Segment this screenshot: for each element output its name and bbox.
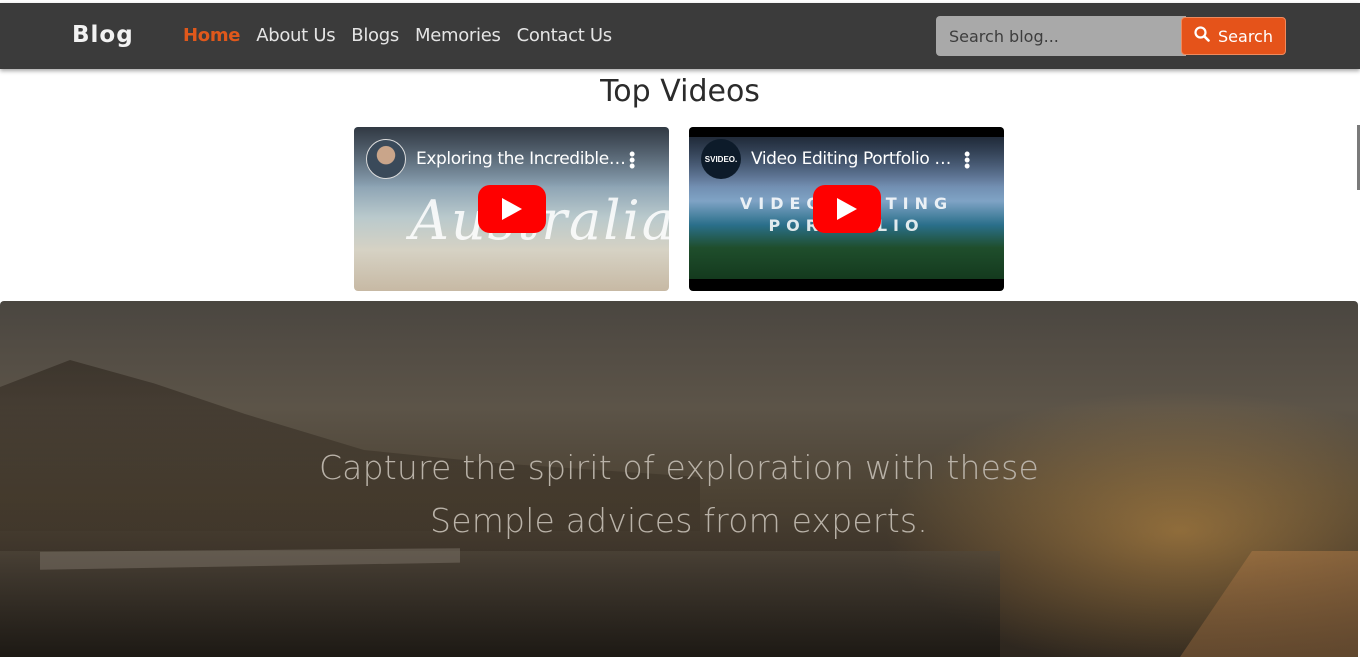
hero-headline: Capture the spirit of exploration with t… bbox=[0, 441, 1358, 547]
search-button-label: Search bbox=[1218, 26, 1273, 46]
play-button-icon[interactable] bbox=[813, 185, 881, 233]
hero-headline-line-1: Capture the spirit of exploration with t… bbox=[318, 448, 1040, 487]
video-embed-2[interactable]: VIDEO EDITING PORTFOLIO SVIDEO. Video Ed… bbox=[689, 127, 1004, 291]
search-input[interactable] bbox=[936, 16, 1186, 56]
nav-link-blogs[interactable]: Blogs bbox=[351, 25, 399, 46]
hero-banner: Capture the spirit of exploration with t… bbox=[0, 301, 1358, 657]
section-title-top-videos: Top Videos bbox=[600, 74, 760, 109]
video-title[interactable]: Video Editing Portfolio 2023 bbox=[751, 149, 961, 169]
channel-avatar[interactable] bbox=[366, 139, 406, 179]
brand-logo[interactable]: Blog bbox=[72, 22, 134, 48]
search-form: Search bbox=[936, 16, 1286, 56]
play-button-icon[interactable] bbox=[478, 185, 546, 233]
nav-link-memories[interactable]: Memories bbox=[415, 25, 501, 46]
nav-link-home[interactable]: Home bbox=[183, 25, 241, 46]
nav-link-contact-us[interactable]: Contact Us bbox=[517, 25, 613, 46]
main-nav: Home About Us Blogs Memories Contact Us bbox=[183, 25, 628, 46]
more-options-icon[interactable]: • • • bbox=[629, 145, 635, 175]
hero-background-walkway bbox=[1180, 551, 1358, 657]
search-icon bbox=[1194, 26, 1210, 46]
search-button[interactable]: Search bbox=[1181, 17, 1286, 55]
channel-avatar[interactable]: SVIDEO. bbox=[701, 139, 741, 179]
more-options-icon[interactable]: • • • bbox=[964, 145, 970, 175]
navbar: Blog Home About Us Blogs Memories Contac… bbox=[0, 3, 1360, 69]
video-title[interactable]: Exploring the Incredible Australia bbox=[416, 149, 626, 169]
video-embed-1[interactable]: Australia Exploring the Incredible Austr… bbox=[354, 127, 669, 291]
hero-headline-line-2: Semple advices from experts. bbox=[430, 501, 928, 540]
nav-link-about-us[interactable]: About Us bbox=[256, 25, 335, 46]
